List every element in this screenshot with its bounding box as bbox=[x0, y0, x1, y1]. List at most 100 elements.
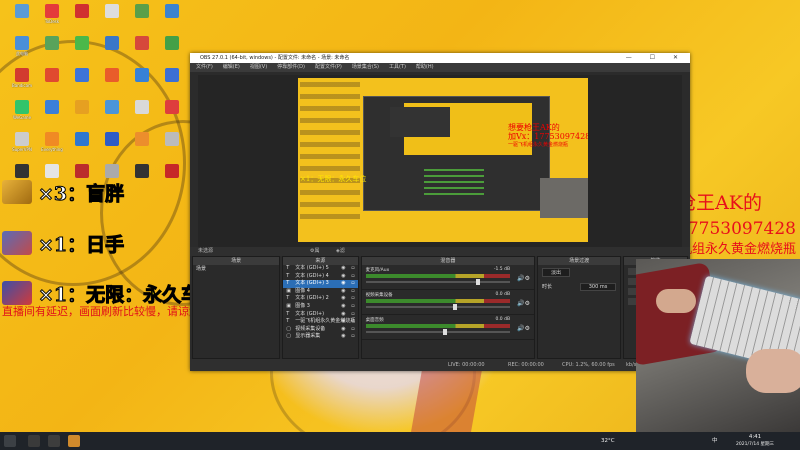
task-view-icon[interactable] bbox=[28, 435, 40, 447]
desktop-icon[interactable] bbox=[68, 2, 96, 34]
source-item[interactable]: ▢ 显示器采集 ◉ ▫ bbox=[283, 333, 357, 341]
menu-scene-collection[interactable]: 场景集合(S) bbox=[352, 63, 379, 72]
volume-knob[interactable] bbox=[476, 279, 481, 285]
eye-icon[interactable]: ◉ bbox=[341, 265, 345, 273]
speaker-icon[interactable]: 🔊⚙ bbox=[517, 300, 530, 307]
desktop-icon[interactable] bbox=[128, 66, 156, 98]
lock-icon[interactable]: ▫ bbox=[351, 288, 354, 296]
obs-taskbar-icon[interactable] bbox=[48, 435, 60, 447]
ime-indicator[interactable]: 中 bbox=[712, 432, 718, 450]
properties-button[interactable]: ⚙ 属性 bbox=[310, 247, 320, 263]
eye-icon[interactable]: ◉ bbox=[341, 280, 345, 288]
desktop-icon[interactable] bbox=[128, 162, 156, 194]
lock-icon[interactable]: ▫ bbox=[351, 273, 354, 281]
mixer-channel: 视频采集设备 0.0 dB 🔊⚙ bbox=[361, 290, 535, 315]
source-item[interactable]: T 文本 (GDI+) 2 ◉ ▫ bbox=[283, 295, 357, 303]
no-source-selected: 未选源 bbox=[198, 248, 214, 254]
desktop-icon[interactable] bbox=[38, 98, 66, 130]
desktop-icon[interactable]: 此电脑 bbox=[8, 34, 36, 66]
menu-edit[interactable]: 编辑(E) bbox=[223, 63, 240, 72]
clock[interactable]: 4:41 2021/7/14 星期三 bbox=[736, 434, 774, 448]
lock-icon[interactable]: ▫ bbox=[351, 280, 354, 288]
volume-slider[interactable] bbox=[365, 329, 511, 335]
obs-titlebar[interactable]: OBS 27.0.1 (64-bit, windows) - 配置文件: 未命名… bbox=[190, 53, 690, 63]
speaker-icon[interactable]: 🔊⚙ bbox=[517, 275, 530, 282]
lock-icon[interactable]: ▫ bbox=[351, 295, 354, 303]
weather[interactable]: 32°C bbox=[601, 432, 615, 450]
menu-tools[interactable]: 工具(T) bbox=[389, 63, 406, 72]
desktop-icon[interactable] bbox=[68, 98, 96, 130]
source-item[interactable]: T 文本 (GDI+) 5 ◉ ▫ bbox=[283, 265, 357, 273]
eye-icon[interactable]: ◉ bbox=[341, 303, 345, 311]
menu-file[interactable]: 文件(F) bbox=[196, 63, 213, 72]
app-taskbar-icon[interactable] bbox=[68, 435, 80, 447]
channel-name: 桌面音频 bbox=[365, 318, 384, 323]
source-item[interactable]: T 文本 (GDI+) 3 ◉ ▫ bbox=[283, 280, 358, 288]
app-icon bbox=[105, 68, 119, 82]
eye-icon[interactable]: ◉ bbox=[341, 318, 345, 326]
menu-view[interactable]: 视图(V) bbox=[250, 63, 267, 72]
eye-icon[interactable]: ◉ bbox=[341, 333, 345, 341]
desktop-icon[interactable] bbox=[158, 66, 186, 98]
desktop-icon[interactable] bbox=[98, 34, 126, 66]
desktop-icon[interactable] bbox=[68, 66, 96, 98]
scenes-header: 场景 bbox=[193, 257, 280, 265]
volume-knob[interactable] bbox=[453, 304, 458, 310]
menu-profile[interactable]: 配置文件(P) bbox=[315, 63, 342, 72]
desktop-icon[interactable] bbox=[128, 34, 156, 66]
desktop-icon[interactable] bbox=[98, 66, 126, 98]
duration-input[interactable]: 300 ms bbox=[579, 283, 617, 291]
nested-overlay: ×1：无限：永久车位 bbox=[300, 175, 367, 183]
desktop-icon[interactable] bbox=[128, 2, 156, 34]
desktop-icon[interactable] bbox=[128, 98, 156, 130]
eye-icon[interactable]: ◉ bbox=[341, 288, 345, 296]
app-icon bbox=[165, 68, 179, 82]
menu-docks[interactable]: 停靠部件(D) bbox=[277, 63, 305, 72]
lock-icon[interactable]: ▫ bbox=[351, 303, 354, 311]
window-controls[interactable]: — ☐ ✕ bbox=[626, 53, 686, 63]
lock-icon[interactable]: ▫ bbox=[351, 326, 354, 334]
desktop-icon[interactable] bbox=[98, 98, 126, 130]
desktop-icon[interactable]: Everything bbox=[38, 130, 66, 162]
desktop-icon[interactable] bbox=[8, 2, 36, 34]
desktop-icon-label: Everything bbox=[41, 147, 63, 152]
lock-icon[interactable]: ▫ bbox=[351, 318, 354, 326]
desktop-icon[interactable]: WeGame bbox=[8, 98, 36, 130]
desktop-icon[interactable] bbox=[158, 34, 186, 66]
start-icon[interactable] bbox=[4, 435, 16, 447]
desktop-icon[interactable] bbox=[128, 130, 156, 162]
desktop-icon[interactable] bbox=[158, 130, 186, 162]
desktop-icon[interactable]: SuperVPN bbox=[8, 130, 36, 162]
app-icon bbox=[165, 4, 179, 18]
volume-slider[interactable] bbox=[365, 279, 511, 285]
source-item[interactable]: T 一驱飞机组永久黄金燃烧瓶 ◉ ▫ bbox=[283, 318, 357, 326]
desktop-icon[interactable] bbox=[38, 66, 66, 98]
eye-icon[interactable]: ◉ bbox=[341, 295, 345, 303]
eye-icon[interactable]: ◉ bbox=[341, 273, 345, 281]
source-item[interactable]: ▣ 图像 3 ◉ ▫ bbox=[283, 303, 357, 311]
eye-icon[interactable]: ◉ bbox=[341, 326, 345, 334]
lock-icon[interactable]: ▫ bbox=[351, 265, 354, 273]
desktop-icon[interactable] bbox=[98, 130, 126, 162]
desktop-icon[interactable] bbox=[158, 162, 186, 194]
speaker-icon[interactable]: 🔊⚙ bbox=[517, 325, 530, 332]
desktop-icon-label bbox=[98, 83, 126, 88]
volume-slider[interactable] bbox=[365, 304, 511, 310]
desktop-icon[interactable]: Bandicam bbox=[8, 66, 36, 98]
scene-item[interactable]: 场景 bbox=[193, 265, 279, 273]
desktop-icon[interactable]: ToDesk bbox=[38, 2, 66, 34]
desktop-icon-label bbox=[128, 115, 156, 120]
menu-help[interactable]: 帮助(H) bbox=[416, 63, 434, 72]
filters-button[interactable]: ◈ 滤镜 bbox=[336, 247, 345, 263]
desktop-icon[interactable] bbox=[98, 2, 126, 34]
desktop-icon[interactable] bbox=[158, 2, 186, 34]
desktop-icon[interactable] bbox=[38, 34, 66, 66]
desktop-icon[interactable] bbox=[68, 130, 96, 162]
desktop-icon[interactable] bbox=[158, 98, 186, 130]
obs-preview[interactable]: 想要枪王AK的 加Vx：17753097428 一驱飞机组永久黄金燃烧瓶 ×1：… bbox=[198, 75, 682, 247]
obs-window[interactable]: OBS 27.0.1 (64-bit, windows) - 配置文件: 未命名… bbox=[190, 53, 690, 371]
lock-icon[interactable]: ▫ bbox=[351, 333, 354, 341]
transition-select[interactable]: 淡出 bbox=[542, 268, 571, 277]
desktop-icon[interactable] bbox=[68, 34, 96, 66]
volume-knob[interactable] bbox=[443, 329, 448, 335]
